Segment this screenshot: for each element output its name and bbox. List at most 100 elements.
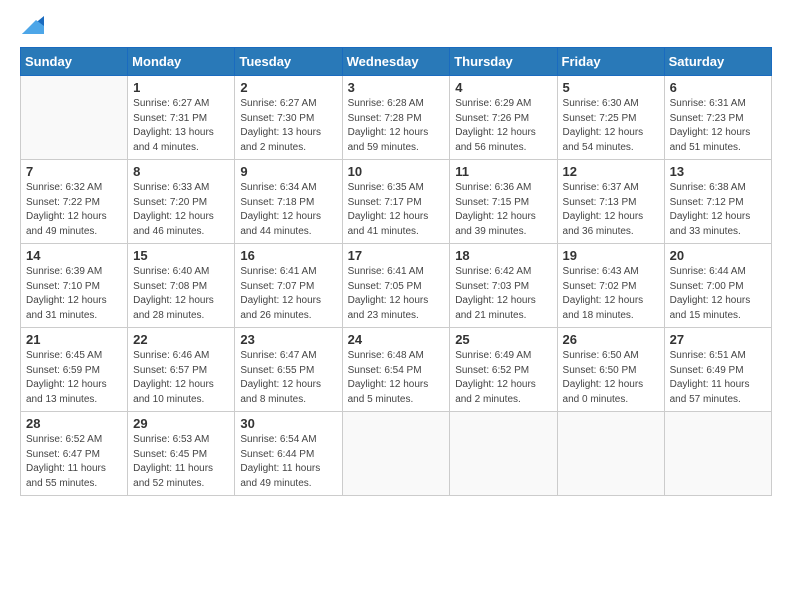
day-number: 26 <box>563 332 659 347</box>
header-friday: Friday <box>557 48 664 76</box>
day-info: Sunrise: 6:27 AM Sunset: 7:31 PM Dayligh… <box>133 97 229 155</box>
day-number: 5 <box>563 80 659 95</box>
day-info: Sunrise: 6:35 AM Sunset: 7:17 PM Dayligh… <box>348 181 445 239</box>
day-cell: 20 Sunrise: 6:44 AM Sunset: 7:00 PM Dayli… <box>664 244 771 328</box>
day-cell <box>342 412 450 496</box>
day-info: Sunrise: 6:28 AM Sunset: 7:28 PM Dayligh… <box>348 97 445 155</box>
day-number: 30 <box>240 416 336 431</box>
day-cell: 16 Sunrise: 6:41 AM Sunset: 7:07 PM Dayli… <box>235 244 342 328</box>
day-cell: 27 Sunrise: 6:51 AM Sunset: 6:49 PM Dayli… <box>664 328 771 412</box>
day-number: 23 <box>240 332 336 347</box>
day-info: Sunrise: 6:45 AM Sunset: 6:59 PM Dayligh… <box>26 349 122 407</box>
day-number: 22 <box>133 332 229 347</box>
calendar-table: SundayMondayTuesdayWednesdayThursdayFrid… <box>20 47 772 496</box>
day-cell: 15 Sunrise: 6:40 AM Sunset: 7:08 PM Dayli… <box>128 244 235 328</box>
day-info: Sunrise: 6:54 AM Sunset: 6:44 PM Dayligh… <box>240 433 336 491</box>
day-cell: 3Sunrise: 6:28 AM Sunset: 7:28 PM Daylig… <box>342 76 450 160</box>
day-number: 20 <box>670 248 766 263</box>
day-info: Sunrise: 6:40 AM Sunset: 7:08 PM Dayligh… <box>133 265 229 323</box>
day-number: 2 <box>240 80 336 95</box>
day-cell: 23 Sunrise: 6:47 AM Sunset: 6:55 PM Dayli… <box>235 328 342 412</box>
day-info: Sunrise: 6:36 AM Sunset: 7:15 PM Dayligh… <box>455 181 551 239</box>
day-number: 4 <box>455 80 551 95</box>
day-cell: 13 Sunrise: 6:38 AM Sunset: 7:12 PM Dayli… <box>664 160 771 244</box>
day-info: Sunrise: 6:33 AM Sunset: 7:20 PM Dayligh… <box>133 181 229 239</box>
day-info: Sunrise: 6:52 AM Sunset: 6:47 PM Dayligh… <box>26 433 122 491</box>
day-info: Sunrise: 6:51 AM Sunset: 6:49 PM Dayligh… <box>670 349 766 407</box>
day-info: Sunrise: 6:37 AM Sunset: 7:13 PM Dayligh… <box>563 181 659 239</box>
day-cell: 24 Sunrise: 6:48 AM Sunset: 6:54 PM Dayli… <box>342 328 450 412</box>
day-cell: 17 Sunrise: 6:41 AM Sunset: 7:05 PM Dayli… <box>342 244 450 328</box>
day-info: Sunrise: 6:50 AM Sunset: 6:50 PM Dayligh… <box>563 349 659 407</box>
day-cell: 22 Sunrise: 6:46 AM Sunset: 6:57 PM Dayli… <box>128 328 235 412</box>
header-saturday: Saturday <box>664 48 771 76</box>
day-cell <box>21 76 128 160</box>
day-info: Sunrise: 6:41 AM Sunset: 7:05 PM Dayligh… <box>348 265 445 323</box>
day-cell: 7 Sunrise: 6:32 AM Sunset: 7:22 PM Daylig… <box>21 160 128 244</box>
week-row-3: 14Sunrise: 6:39 AM Sunset: 7:10 PM Dayli… <box>21 244 772 328</box>
day-number: 18 <box>455 248 551 263</box>
day-number: 8 <box>133 164 229 179</box>
header-thursday: Thursday <box>450 48 557 76</box>
day-number: 15 <box>133 248 229 263</box>
day-cell: 25 Sunrise: 6:49 AM Sunset: 6:52 PM Dayli… <box>450 328 557 412</box>
week-row-2: 7 Sunrise: 6:32 AM Sunset: 7:22 PM Daylig… <box>21 160 772 244</box>
day-number: 25 <box>455 332 551 347</box>
logo <box>20 16 44 39</box>
day-cell: 11Sunrise: 6:36 AM Sunset: 7:15 PM Dayli… <box>450 160 557 244</box>
week-row-1: 1 Sunrise: 6:27 AM Sunset: 7:31 PM Daylig… <box>21 76 772 160</box>
day-number: 9 <box>240 164 336 179</box>
day-cell: 2 Sunrise: 6:27 AM Sunset: 7:30 PM Daylig… <box>235 76 342 160</box>
day-info: Sunrise: 6:44 AM Sunset: 7:00 PM Dayligh… <box>670 265 766 323</box>
day-info: Sunrise: 6:38 AM Sunset: 7:12 PM Dayligh… <box>670 181 766 239</box>
day-cell: 21 Sunrise: 6:45 AM Sunset: 6:59 PM Dayli… <box>21 328 128 412</box>
day-number: 21 <box>26 332 122 347</box>
day-info: Sunrise: 6:32 AM Sunset: 7:22 PM Dayligh… <box>26 181 122 239</box>
day-cell: 19 Sunrise: 6:43 AM Sunset: 7:02 PM Dayli… <box>557 244 664 328</box>
day-cell: 12 Sunrise: 6:37 AM Sunset: 7:13 PM Dayli… <box>557 160 664 244</box>
day-cell: 1 Sunrise: 6:27 AM Sunset: 7:31 PM Daylig… <box>128 76 235 160</box>
header-monday: Monday <box>128 48 235 76</box>
day-number: 13 <box>670 164 766 179</box>
day-number: 29 <box>133 416 229 431</box>
day-info: Sunrise: 6:48 AM Sunset: 6:54 PM Dayligh… <box>348 349 445 407</box>
day-number: 10 <box>348 164 445 179</box>
day-info: Sunrise: 6:34 AM Sunset: 7:18 PM Dayligh… <box>240 181 336 239</box>
day-cell <box>557 412 664 496</box>
day-cell: 29 Sunrise: 6:53 AM Sunset: 6:45 PM Dayli… <box>128 412 235 496</box>
day-cell: 6Sunrise: 6:31 AM Sunset: 7:23 PM Daylig… <box>664 76 771 160</box>
day-info: Sunrise: 6:43 AM Sunset: 7:02 PM Dayligh… <box>563 265 659 323</box>
day-number: 6 <box>670 80 766 95</box>
day-cell: 10 Sunrise: 6:35 AM Sunset: 7:17 PM Dayli… <box>342 160 450 244</box>
day-number: 12 <box>563 164 659 179</box>
day-info: Sunrise: 6:53 AM Sunset: 6:45 PM Dayligh… <box>133 433 229 491</box>
day-cell <box>664 412 771 496</box>
day-number: 28 <box>26 416 122 431</box>
day-cell: 30 Sunrise: 6:54 AM Sunset: 6:44 PM Dayli… <box>235 412 342 496</box>
day-cell <box>450 412 557 496</box>
day-number: 16 <box>240 248 336 263</box>
header-sunday: Sunday <box>21 48 128 76</box>
day-number: 19 <box>563 248 659 263</box>
week-row-5: 28 Sunrise: 6:52 AM Sunset: 6:47 PM Dayli… <box>21 412 772 496</box>
day-info: Sunrise: 6:30 AM Sunset: 7:25 PM Dayligh… <box>563 97 659 155</box>
day-cell: 28 Sunrise: 6:52 AM Sunset: 6:47 PM Dayli… <box>21 412 128 496</box>
week-row-4: 21 Sunrise: 6:45 AM Sunset: 6:59 PM Dayli… <box>21 328 772 412</box>
day-info: Sunrise: 6:27 AM Sunset: 7:30 PM Dayligh… <box>240 97 336 155</box>
day-info: Sunrise: 6:49 AM Sunset: 6:52 PM Dayligh… <box>455 349 551 407</box>
day-number: 24 <box>348 332 445 347</box>
day-number: 14 <box>26 248 122 263</box>
day-number: 17 <box>348 248 445 263</box>
day-cell: 4Sunrise: 6:29 AM Sunset: 7:26 PM Daylig… <box>450 76 557 160</box>
header-row: SundayMondayTuesdayWednesdayThursdayFrid… <box>21 48 772 76</box>
page-header <box>20 16 772 39</box>
day-cell: 5 Sunrise: 6:30 AM Sunset: 7:25 PM Daylig… <box>557 76 664 160</box>
day-number: 1 <box>133 80 229 95</box>
header-tuesday: Tuesday <box>235 48 342 76</box>
day-number: 27 <box>670 332 766 347</box>
day-info: Sunrise: 6:47 AM Sunset: 6:55 PM Dayligh… <box>240 349 336 407</box>
day-number: 7 <box>26 164 122 179</box>
day-info: Sunrise: 6:41 AM Sunset: 7:07 PM Dayligh… <box>240 265 336 323</box>
day-info: Sunrise: 6:46 AM Sunset: 6:57 PM Dayligh… <box>133 349 229 407</box>
day-info: Sunrise: 6:42 AM Sunset: 7:03 PM Dayligh… <box>455 265 551 323</box>
